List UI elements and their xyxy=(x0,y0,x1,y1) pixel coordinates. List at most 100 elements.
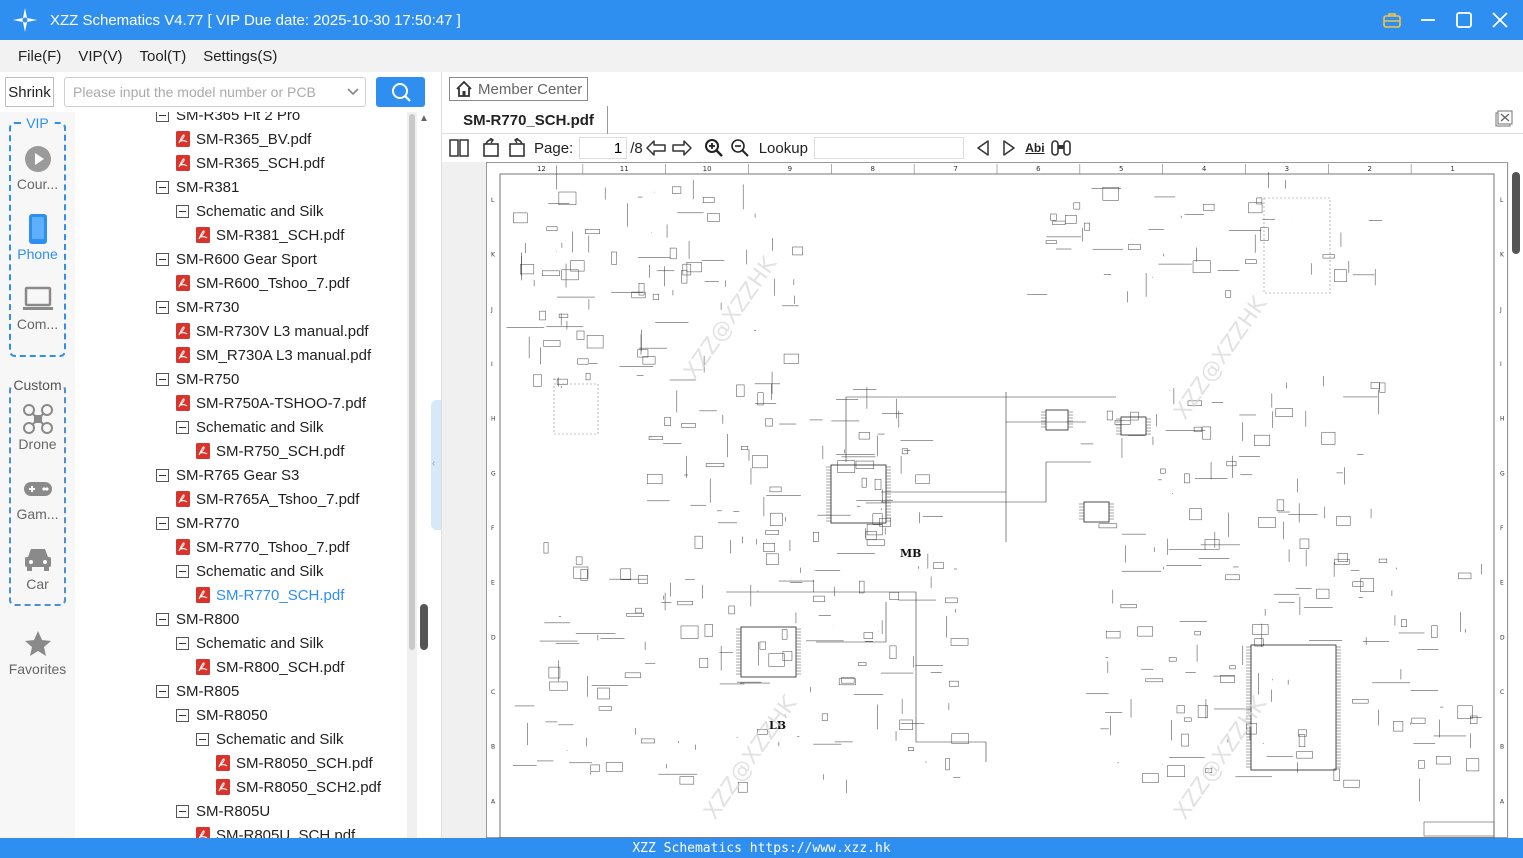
zoom-out-icon[interactable] xyxy=(727,135,753,161)
pdf-viewer[interactable]: 12 11 10 9 8 7 6 5 4 3 2 1 L L K K J J I I H H G G F F E E D D C C B B A A M… xyxy=(442,162,1509,838)
member-center-button[interactable]: Member Center xyxy=(449,77,588,101)
close-icon[interactable] xyxy=(1487,7,1513,33)
briefcase-icon[interactable] xyxy=(1379,7,1405,33)
column-label: 1 xyxy=(1450,165,1454,173)
collapse-icon[interactable] xyxy=(176,636,189,650)
collapse-icon[interactable] xyxy=(176,804,189,818)
row-label: D xyxy=(491,634,496,641)
menu-file[interactable]: File(F) xyxy=(18,48,61,65)
rotate-right-icon[interactable] xyxy=(504,135,530,161)
shrink-button[interactable]: Shrink xyxy=(5,77,54,107)
tree-item-pdf[interactable]: SM-R365_BV.pdf xyxy=(176,127,311,151)
tree-item-folder[interactable]: Schematic and Silk xyxy=(176,559,324,583)
tree-item-pdf[interactable]: SM-R750A-TSHOO-7.pdf xyxy=(176,391,366,415)
viewer-scrollbar[interactable] xyxy=(1509,162,1523,838)
collapse-icon[interactable] xyxy=(176,708,189,722)
page-number-input[interactable] xyxy=(579,137,628,159)
tree-scrollbar-outer[interactable] xyxy=(407,112,417,838)
tree-item-pdf[interactable]: SM-R750_SCH.pdf xyxy=(196,439,344,463)
collapse-icon[interactable] xyxy=(156,252,169,266)
collapse-icon[interactable] xyxy=(156,372,169,386)
tree-item-folder[interactable]: SM-R770 xyxy=(156,511,239,535)
tree-item-pdf[interactable]: SM_R730A L3 manual.pdf xyxy=(176,343,371,367)
tree-item-folder[interactable]: SM-R730 xyxy=(156,295,239,319)
tree-item-pdf[interactable]: SM-R381_SCH.pdf xyxy=(196,223,344,247)
arrow-right-icon[interactable] xyxy=(669,135,695,161)
lookup-input[interactable] xyxy=(813,137,964,159)
tree-item-pdf[interactable]: SM-R730V L3 manual.pdf xyxy=(176,319,369,343)
category-car[interactable]: Car xyxy=(0,542,75,592)
collapse-icon[interactable] xyxy=(156,180,169,194)
tree-scroll-thumb[interactable] xyxy=(420,604,428,650)
tree-item-folder[interactable]: SM-R600 Gear Sport xyxy=(156,247,317,271)
scroll-up-icon[interactable]: ▲ xyxy=(419,114,429,124)
search-button[interactable] xyxy=(376,77,425,107)
zoom-in-icon[interactable] xyxy=(701,135,727,161)
collapse-icon[interactable] xyxy=(156,516,169,530)
model-search-box[interactable] xyxy=(64,77,366,107)
tree-item-folder[interactable]: Schematic and Silk xyxy=(176,631,324,655)
tree-item-folder[interactable]: SM-R365 Fit 2 Pro xyxy=(156,112,300,127)
close-tab-icon[interactable] xyxy=(1495,110,1513,128)
category-phone[interactable]: Phone xyxy=(0,212,75,262)
tab-sm-r770-sch[interactable]: SM-R770_SCH.pdf xyxy=(450,106,608,134)
minimize-icon[interactable] xyxy=(1415,7,1441,33)
tree-item-pdf[interactable]: SM-R770_SCH.pdf xyxy=(196,583,344,607)
tree-item-folder[interactable]: SM-R750 xyxy=(156,367,239,391)
panel-splitter[interactable]: ‹ xyxy=(431,400,441,530)
category-favorites[interactable]: Favorites xyxy=(0,627,75,677)
schematic-page[interactable]: 12 11 10 9 8 7 6 5 4 3 2 1 L L K K J J I I H H G G F F E E D D C C B B A A M… xyxy=(486,162,1508,838)
tree-scrollbar[interactable]: ▲ xyxy=(417,112,431,838)
tree-item-label: SM-R800_SCH.pdf xyxy=(216,658,345,676)
category-games[interactable]: Gam... xyxy=(0,472,75,522)
tree-item-pdf[interactable]: SM-R805U_SCH.pdf xyxy=(196,823,355,838)
tree-item-folder[interactable]: SM-R765 Gear S3 xyxy=(156,463,299,487)
category-courses[interactable]: Cour... xyxy=(0,142,75,192)
tree-item-folder[interactable]: Schematic and Silk xyxy=(196,727,344,751)
collapse-icon[interactable] xyxy=(156,468,169,482)
binoculars-icon[interactable] xyxy=(1048,135,1074,161)
menu-vip[interactable]: VIP(V) xyxy=(78,48,122,65)
collapse-icon[interactable] xyxy=(176,204,189,218)
row-label: E xyxy=(491,580,495,587)
match-case-icon[interactable]: Abi xyxy=(1022,135,1048,161)
tree-item-pdf[interactable]: SM-R600_Tshoo_7.pdf xyxy=(176,271,349,295)
collapse-icon[interactable] xyxy=(156,612,169,626)
find-next-icon[interactable] xyxy=(996,135,1022,161)
collapse-icon[interactable] xyxy=(176,420,189,434)
tree-item-folder[interactable]: SM-R805 xyxy=(156,679,239,703)
tree-item-folder[interactable]: SM-R381 xyxy=(156,175,239,199)
category-label: Car xyxy=(26,576,49,592)
collapse-icon[interactable] xyxy=(156,300,169,314)
chevron-left-icon[interactable]: ‹ xyxy=(432,458,435,469)
chevron-down-icon[interactable] xyxy=(341,87,365,97)
arrow-left-icon[interactable] xyxy=(643,135,669,161)
tree-item-label: Schematic and Silk xyxy=(196,634,324,652)
tree-item-pdf[interactable]: SM-R765A_Tshoo_7.pdf xyxy=(176,487,359,511)
find-previous-icon[interactable] xyxy=(970,135,996,161)
two-page-view-icon[interactable] xyxy=(446,135,472,161)
collapse-icon[interactable] xyxy=(196,732,209,746)
model-search-input[interactable] xyxy=(65,79,341,105)
tree-item-pdf[interactable]: SM-R770_Tshoo_7.pdf xyxy=(176,535,349,559)
tree-item-pdf[interactable]: SM-R8050_SCH.pdf xyxy=(216,751,373,775)
maximize-icon[interactable] xyxy=(1451,7,1477,33)
collapse-icon[interactable] xyxy=(156,684,169,698)
category-drone[interactable]: Drone xyxy=(0,402,75,452)
tree-item-folder[interactable]: SM-R800 xyxy=(156,607,239,631)
menu-tool[interactable]: Tool(T) xyxy=(140,48,187,65)
tree-item-folder[interactable]: SM-R8050 xyxy=(176,703,268,727)
tree-item-pdf[interactable]: SM-R8050_SCH2.pdf xyxy=(216,775,381,799)
tree-item-folder[interactable]: SM-R805U xyxy=(176,799,270,823)
collapse-icon[interactable] xyxy=(176,564,189,578)
tree-item-folder[interactable]: Schematic and Silk xyxy=(176,415,324,439)
tree-item-folder[interactable]: Schematic and Silk xyxy=(176,199,324,223)
category-sidebar: VIP Custom Cour... Phone Com... Drone Ga… xyxy=(0,112,75,838)
category-computer[interactable]: Com... xyxy=(0,282,75,332)
rotate-left-icon[interactable] xyxy=(478,135,504,161)
tree-item-pdf[interactable]: SM-R365_SCH.pdf xyxy=(176,151,324,175)
tree-item-pdf[interactable]: SM-R800_SCH.pdf xyxy=(196,655,344,679)
viewer-scroll-thumb[interactable] xyxy=(1512,172,1520,254)
menu-settings[interactable]: Settings(S) xyxy=(203,48,277,65)
collapse-icon[interactable] xyxy=(156,112,169,122)
